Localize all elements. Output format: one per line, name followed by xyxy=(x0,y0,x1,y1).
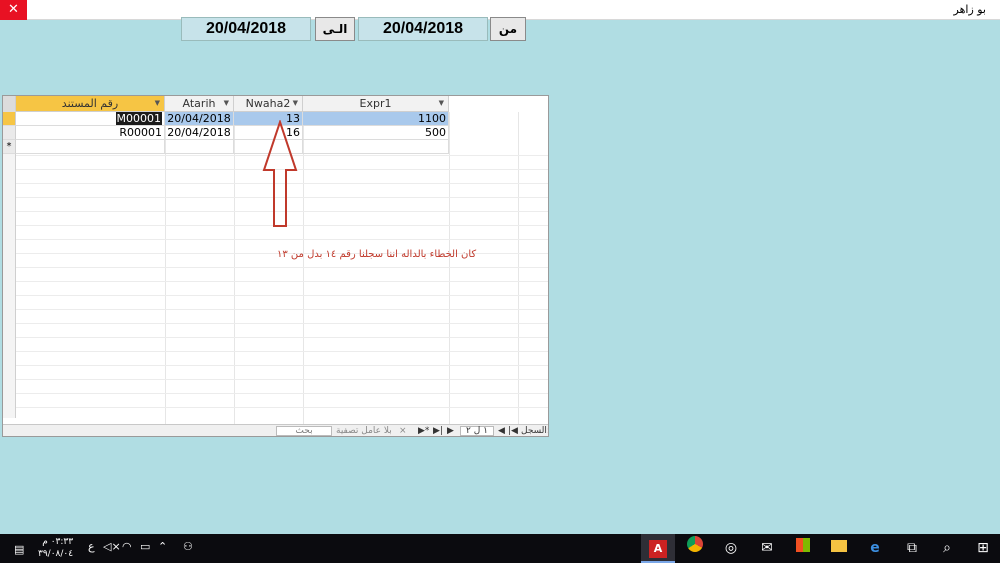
next-record-button[interactable]: ▶ xyxy=(447,425,454,436)
no-filter-icon: ⨯ xyxy=(399,426,407,436)
to-label: الـى xyxy=(315,17,355,41)
window-title: بو زاهر xyxy=(953,3,986,16)
mail-icon[interactable]: ✉ xyxy=(750,534,784,563)
table-cell-date[interactable]: 20/04/2018 xyxy=(165,112,234,126)
sort-dropdown-icon[interactable]: ▼ xyxy=(439,96,444,111)
notification-icon[interactable]: ▤ xyxy=(14,543,24,556)
previous-record-button[interactable]: ◀ xyxy=(498,425,505,436)
from-label: من xyxy=(490,17,526,41)
from-date-field[interactable]: 20/04/2018 xyxy=(358,17,488,41)
store-icon[interactable] xyxy=(786,534,820,563)
sort-dropdown-icon[interactable]: ▼ xyxy=(293,96,298,111)
last-record-button[interactable]: ▶| xyxy=(433,425,443,436)
sort-dropdown-icon[interactable]: ▼ xyxy=(224,96,229,111)
first-record-button[interactable]: |◀ xyxy=(508,425,518,436)
record-label: السجل: xyxy=(521,426,548,436)
clock-time: ٠٣:٣٣ م xyxy=(42,537,74,547)
people-icon[interactable]: ⚇ xyxy=(183,540,193,553)
taskbar: ▤ ٠٣:٣٣ م ٣٩/٠٨/٠٤ ع ◁× ◠ ▭ ⌃ ⚇ A ◎ ✉ e … xyxy=(0,534,1000,563)
filter-indicator[interactable]: بلا عامل تصفية xyxy=(336,425,392,436)
table-cell-expr[interactable]: 1100 xyxy=(303,112,449,126)
table-cell-doc[interactable]: M00001 xyxy=(16,112,165,126)
battery-icon[interactable]: ▭ xyxy=(140,540,150,553)
column-header-nwaha2[interactable]: Nwaha2 ▼ xyxy=(234,96,303,112)
chrome-icon[interactable] xyxy=(678,534,712,563)
new-row-cell[interactable] xyxy=(16,140,165,154)
table-cell-date[interactable]: 20/04/2018 xyxy=(165,126,234,140)
new-row-cell[interactable] xyxy=(165,140,234,154)
sort-dropdown-icon[interactable]: ▼ xyxy=(155,96,160,111)
row-selector[interactable] xyxy=(3,126,16,140)
row-selector[interactable] xyxy=(3,112,16,126)
column-header-atarih[interactable]: Atarih ▼ xyxy=(165,96,234,112)
wifi-icon[interactable]: ◠ xyxy=(122,540,132,553)
new-row-selector[interactable]: * xyxy=(3,140,16,154)
clock-date: ٣٩/٠٨/٠٤ xyxy=(38,549,74,559)
arrow-up-annotation xyxy=(262,120,298,227)
language-indicator[interactable]: ع xyxy=(88,540,95,553)
file-explorer-icon[interactable] xyxy=(822,534,856,563)
search-icon[interactable]: ⌕ xyxy=(930,534,964,563)
new-record-button[interactable]: ▶* xyxy=(418,425,429,436)
column-header-label: Nwaha2 xyxy=(245,97,291,110)
edge-icon[interactable]: e xyxy=(858,534,892,563)
start-icon[interactable]: ⊞ xyxy=(966,534,1000,563)
table-cell-expr[interactable]: 500 xyxy=(303,126,449,140)
selected-cell-text[interactable]: M00001 xyxy=(115,112,162,125)
column-header-label: رقم المستند xyxy=(61,97,119,110)
record-position-field[interactable]: ١ ل ٢ xyxy=(460,426,494,436)
volume-icon[interactable]: ◁× xyxy=(103,540,121,553)
column-header-expr1[interactable]: Expr1 ▼ xyxy=(303,96,449,112)
record-navigator: بحث بلا عامل تصفية ⨯ ▶* ▶| ▶ ١ ل ٢ ◀ |◀ … xyxy=(3,424,548,436)
column-header-doc-number[interactable]: رقم المستند ▼ xyxy=(16,96,165,112)
to-date-field[interactable]: 20/04/2018 xyxy=(181,17,311,41)
select-all-corner[interactable] xyxy=(3,96,16,112)
column-header-label: Expr1 xyxy=(359,97,392,110)
clock[interactable]: ٠٣:٣٣ م ٣٩/٠٨/٠٤ xyxy=(38,536,73,560)
table-cell-doc[interactable]: R00001 xyxy=(16,126,165,140)
search-input[interactable]: بحث xyxy=(276,426,332,436)
app-icon[interactable]: ◎ xyxy=(714,534,748,563)
show-hidden-icons[interactable]: ⌃ xyxy=(158,540,167,553)
close-button[interactable]: ✕ xyxy=(0,0,27,20)
new-row-cell[interactable] xyxy=(303,140,449,154)
annotation-note: كان الخطاء بالداله اننا سجلنا رقم ١٤ بدل… xyxy=(277,249,477,260)
column-header-label: Atarih xyxy=(182,97,216,110)
access-app-icon[interactable]: A xyxy=(641,534,675,563)
task-view-icon[interactable]: ⧉ xyxy=(895,534,929,563)
